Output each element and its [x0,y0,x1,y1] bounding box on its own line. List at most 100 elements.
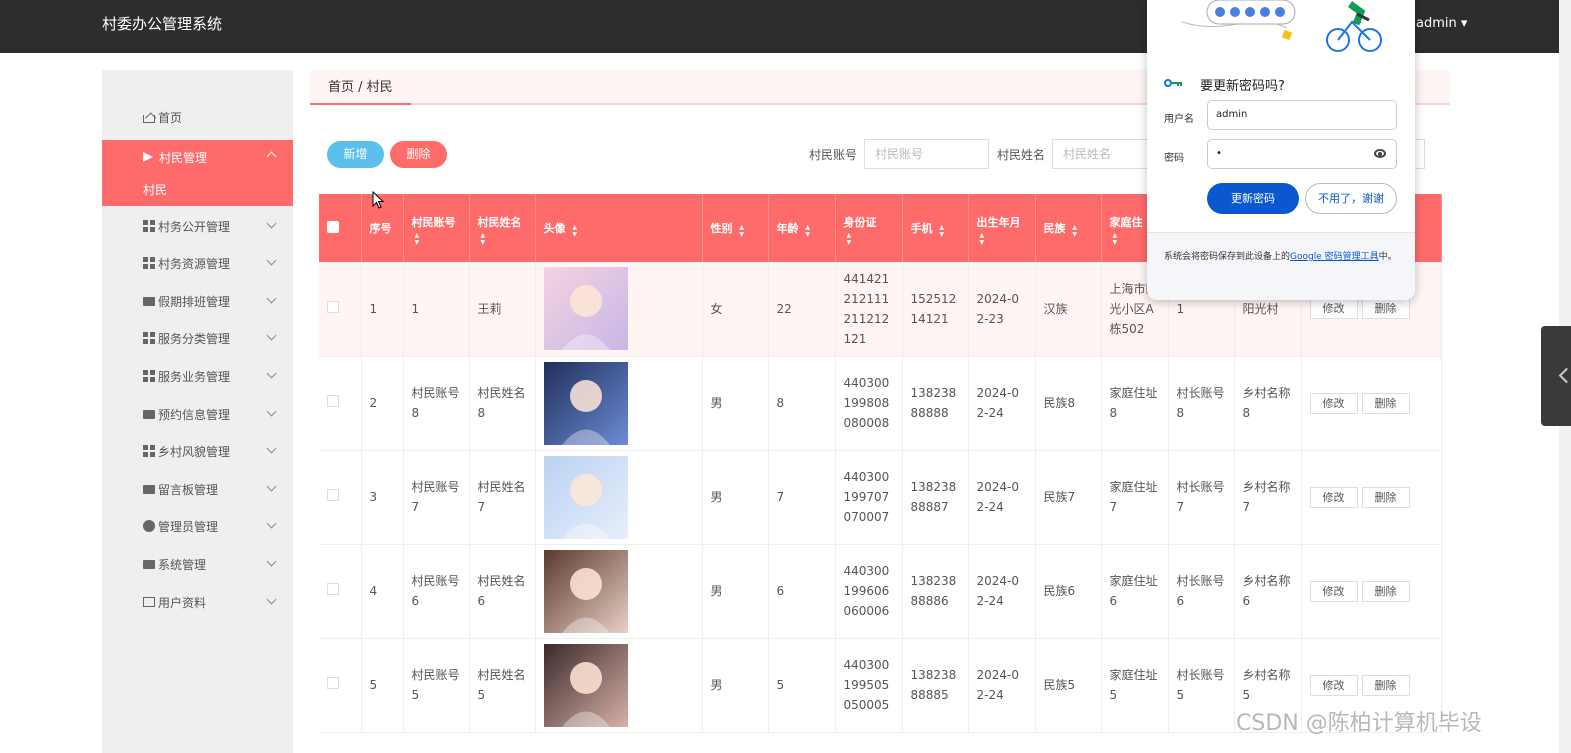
row-delete-button[interactable]: 删除 [1361,674,1410,696]
home-icon [143,115,155,123]
cell-age: 6 [768,544,836,639]
row-delete-button[interactable]: 删除 [1361,486,1410,508]
table-row[interactable]: 3 村民账号7 村民姓名7 男 7 440300199707070007 138238888… [319,450,1442,545]
avatar[interactable] [543,549,628,633]
cell-age: 22 [768,262,836,357]
cell-address: 家庭住址8 [1101,356,1169,451]
grid-icon [143,445,155,457]
password-field[interactable]: • [1207,139,1397,169]
select-all-checkbox[interactable] [327,220,339,233]
sidebar-item-villager-mgmt[interactable]: 村民管理 [102,140,293,174]
cell-phone: 13823888888 [902,356,969,451]
cell-name: 村民姓名6 [469,544,536,639]
cell-no: 2 [361,356,404,451]
delete-button[interactable]: 删除 [390,141,447,168]
chevron-down-icon [266,218,277,229]
avatar[interactable] [543,455,628,539]
avatar[interactable] [543,267,628,351]
location-icon [143,520,155,532]
sidebar-item-home[interactable]: 首页 [102,102,293,132]
avatar[interactable] [543,361,628,445]
column-header[interactable]: 民族 [1035,194,1102,262]
avatar[interactable] [543,643,628,727]
sidebar-item-system-mgmt[interactable]: 系统管理 [102,549,293,579]
row-select-cell[interactable] [319,262,362,357]
column-header[interactable]: 村民账号 [403,194,470,262]
sidebar: 首页 村民管理 村民 村务公开管理 村务资源管理 假期排班管理 服务分类管理 服… [102,70,293,753]
table-row[interactable]: 2 村民账号8 村民姓名8 男 8 440300199808080008 138238888… [319,356,1442,451]
sidebar-item-label: 管理员管理 [158,519,219,534]
column-header[interactable]: 出生年月 [968,194,1036,262]
cyclist-illustration [1181,0,1382,52]
row-select-cell[interactable] [319,544,362,639]
sidebar-item-holiday-shift[interactable]: 假期排班管理 [102,286,293,316]
account-search-input[interactable]: 村民账号 [864,139,989,169]
column-header[interactable]: 性别 [702,194,769,262]
cell-idcard: 440300199707070007 [835,450,903,545]
chevron-up-icon [266,151,277,162]
cell-head-account: 村长账号7 [1168,450,1235,545]
row-checkbox[interactable] [327,395,339,407]
cell-no: 5 [361,638,404,733]
password-update-popup: 要更新密码吗? 用户名 admin 密码 • 更新密码 不用了，谢谢 系统会将密… [1147,0,1415,300]
sidebar-item-service-business[interactable]: 服务业务管理 [102,361,293,391]
sidebar-item-label: 村民管理 [159,150,208,165]
row-delete-button[interactable]: 删除 [1361,580,1410,602]
cell-head-account: 村长账号5 [1168,638,1235,733]
select-all-cell[interactable] [319,194,362,262]
sidebar-item-affairs-resource[interactable]: 村务资源管理 [102,248,293,278]
edit-button[interactable]: 修改 [1309,392,1358,414]
column-header[interactable]: 头像 [535,194,703,262]
column-header[interactable]: 村民姓名 [469,194,536,262]
sidebar-item-user-profile[interactable]: 用户资料 [102,587,293,617]
row-delete-button[interactable]: 删除 [1361,392,1410,414]
app-title: 村委办公管理系统 [102,15,223,33]
update-password-button[interactable]: 更新密码 [1207,183,1299,214]
chevron-down-icon [266,518,277,529]
cell-birth: 2024-02-23 [968,262,1036,357]
side-panel-handle[interactable] [1541,326,1571,426]
row-select-cell[interactable] [319,638,362,733]
column-header[interactable]: 手机 [902,194,969,262]
sidebar-item-service-category[interactable]: 服务分类管理 [102,323,293,353]
username-field[interactable]: admin [1207,100,1397,130]
row-checkbox[interactable] [327,583,339,595]
no-thanks-button[interactable]: 不用了，谢谢 [1305,183,1397,214]
row-select-cell[interactable] [319,450,362,545]
cell-ethnic: 民族7 [1035,450,1102,545]
table-row[interactable]: 4 村民账号6 村民姓名6 男 6 440300199606060006 138238888… [319,544,1442,639]
edit-button[interactable]: 修改 [1309,486,1358,508]
sidebar-subitem-villager[interactable]: 村民 [102,174,293,206]
edit-button[interactable]: 修改 [1309,580,1358,602]
user-card-icon [143,597,155,607]
edit-button[interactable]: 修改 [1309,674,1358,696]
sidebar-item-appointment[interactable]: 预约信息管理 [102,399,293,429]
sidebar-item-label: 服务分类管理 [158,331,231,346]
row-checkbox[interactable] [327,300,339,313]
cell-name: 村民姓名5 [469,638,536,733]
cell-name: 王莉 [469,262,536,357]
user-menu[interactable]: admin ▾ [1416,16,1467,31]
row-select-cell[interactable] [319,356,362,451]
cell-village: 乡村名称6 [1234,544,1302,639]
sidebar-item-admin-mgmt[interactable]: 管理员管理 [102,511,293,541]
cell-avatar [535,450,703,545]
grid-icon [143,332,155,344]
cell-avatar [535,356,703,451]
row-delete-button[interactable]: 删除 [1361,298,1410,320]
column-header[interactable]: 身份证 [835,194,903,262]
sidebar-item-village-scenery[interactable]: 乡村风貌管理 [102,436,293,466]
breadcrumb[interactable]: 首页 / 村民 [310,70,411,105]
edit-button[interactable]: 修改 [1309,298,1358,320]
row-checkbox[interactable] [327,677,339,689]
cell-ethnic: 民族6 [1035,544,1102,639]
cell-gender: 男 [702,544,769,639]
sidebar-item-affairs-open[interactable]: 村务公开管理 [102,211,293,241]
row-checkbox[interactable] [327,489,339,501]
cell-phone: 13823888885 [902,638,969,733]
password-manager-link[interactable]: Google 密码管理工具 [1290,252,1379,262]
column-header[interactable]: 年龄 [768,194,836,262]
eye-icon[interactable] [1374,149,1386,158]
add-button[interactable]: 新增 [327,141,384,168]
sidebar-item-message-board[interactable]: 留言板管理 [102,474,293,504]
